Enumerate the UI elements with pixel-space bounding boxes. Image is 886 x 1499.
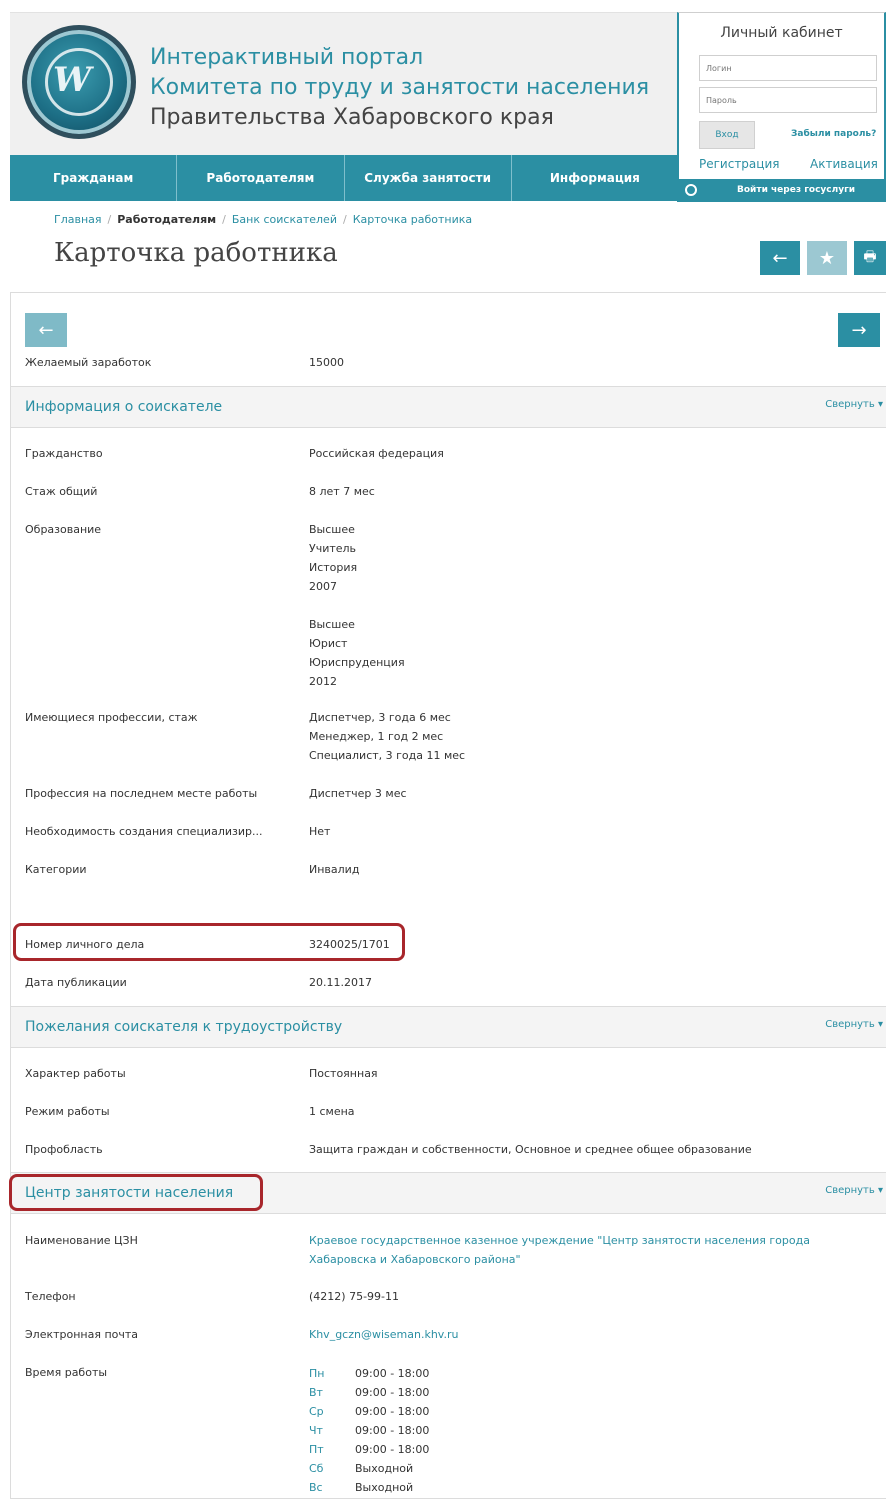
section-applicant-info-title: Информация о соискателе [25, 399, 223, 415]
worker-card: ← → Желаемый заработок 15000 Информация … [9, 292, 886, 1499]
login-button[interactable]: Вход [699, 121, 755, 149]
phone-label: Телефон [25, 1290, 76, 1303]
last-profession-label: Профессия на последнем месте работы [25, 787, 258, 800]
hours-row: Пт 09:00 - 18:00 [309, 1443, 430, 1456]
categories-value: Инвалид [309, 863, 360, 876]
professions-value: Диспетчер, 3 года 6 мес Менеджер, 1 год … [309, 711, 466, 762]
arrow-left-icon: ← [772, 247, 788, 269]
categories-label: Категории [25, 863, 87, 876]
gosuslugi-login-button[interactable]: Войти через госуслуги [679, 179, 884, 201]
total-experience-label: Стаж общий [25, 485, 98, 498]
prof-area-value: Защита граждан и собственности, Основное… [309, 1143, 752, 1156]
favorite-button[interactable]: ★ [807, 241, 847, 275]
login-input[interactable] [699, 55, 877, 81]
czn-name-label: Наименование ЦЗН [25, 1234, 138, 1247]
hours-row: Сб Выходной [309, 1462, 414, 1475]
chevron-down-icon: ▾ [877, 1019, 883, 1030]
portal-logo-icon[interactable]: W [22, 25, 136, 139]
section-employment-wishes-title: Пожелания соискателя к трудоустройству [25, 1019, 343, 1035]
salary-label: Желаемый заработок [25, 356, 152, 369]
section-applicant-info: Информация о соискателе Свернуть ▾ [11, 386, 886, 428]
password-input[interactable] [699, 87, 877, 113]
prof-area-label: Профобласть [25, 1143, 103, 1156]
print-button[interactable]: 🖶 [854, 241, 886, 275]
publication-date-value: 20.11.2017 [309, 976, 372, 989]
work-character-value: Постоянная [309, 1067, 378, 1080]
total-experience-value: 8 лет 7 мес [309, 485, 375, 498]
breadcrumb-worker-card[interactable]: Карточка работника [353, 213, 472, 226]
breadcrumb: Главная / Работодателям / Банк соискателей / К… [54, 213, 473, 226]
highlight-employment-center [9, 1174, 263, 1211]
czn-name-link[interactable]: Краевое государственное казенное учрежде… [309, 1231, 810, 1269]
professions-label: Имеющиеся профессии, стаж [25, 711, 198, 724]
hours-row: Вс Выходной [309, 1481, 414, 1494]
back-button[interactable]: ← [760, 241, 800, 275]
page-title: Карточка работника [54, 238, 338, 268]
collapse-employment-center-button[interactable]: Свернуть ▾ [825, 1185, 883, 1196]
work-mode-value: 1 смена [309, 1105, 355, 1118]
highlight-personal-file-number [13, 923, 405, 961]
site-header: W Интерактивный портал Комитета по труду… [10, 12, 678, 155]
special-workplace-label: Необходимость создания специализир... [25, 825, 263, 838]
portal-title[interactable]: Интерактивный портал Комитета по труду и… [150, 43, 649, 133]
portal-title-line1: Интерактивный портал [150, 45, 424, 70]
register-link[interactable]: Регистрация [699, 157, 779, 171]
star-icon: ★ [818, 247, 836, 269]
phone-value: (4212) 75-99-11 [309, 1290, 400, 1303]
hours-row: Пн 09:00 - 18:00 [309, 1367, 430, 1380]
special-workplace-value: Нет [309, 825, 331, 838]
activation-link[interactable]: Активация [810, 157, 878, 171]
citizenship-label: Гражданство [25, 447, 103, 460]
education-label: Образование [25, 523, 102, 536]
main-nav: Гражданам Работодателям Служба занятости… [10, 155, 678, 201]
last-profession-value: Диспетчер 3 мес [309, 787, 407, 800]
chevron-down-icon: ▾ [877, 399, 883, 410]
salary-value: 15000 [309, 356, 344, 369]
nav-employment-service[interactable]: Служба занятости [345, 155, 512, 201]
education-value: Высшее Учитель История 2007 Высшее Юрист… [309, 523, 405, 688]
gosuslugi-ring-icon [685, 184, 697, 196]
breadcrumb-home[interactable]: Главная [54, 213, 102, 226]
portal-title-line2: Комитета по труду и занятости населения [150, 75, 650, 100]
email-link[interactable]: Khv_gczn@wiseman.khv.ru [309, 1325, 458, 1344]
publication-date-label: Дата публикации [25, 976, 127, 989]
citizenship-value: Российская федерация [309, 447, 444, 460]
breadcrumb-employers[interactable]: Работодателям [117, 213, 216, 226]
nav-information[interactable]: Информация [512, 155, 678, 201]
hours-row: Вт 09:00 - 18:00 [309, 1386, 430, 1399]
arrow-right-icon: → [851, 319, 867, 341]
work-hours-label: Время работы [25, 1366, 108, 1379]
hours-row: Чт 09:00 - 18:00 [309, 1424, 430, 1437]
work-mode-label: Режим работы [25, 1105, 110, 1118]
hours-row: Ср 09:00 - 18:00 [309, 1405, 430, 1418]
work-hours-list: Пн 09:00 - 18:00 Вт 09:00 - 18:00 Ср 09:00 … [309, 1364, 429, 1497]
forgot-password-link[interactable]: Забыли пароль? [791, 129, 876, 139]
work-character-label: Характер работы [25, 1067, 126, 1080]
printer-icon: 🖶 [863, 249, 877, 265]
chevron-down-icon: ▾ [877, 1185, 883, 1196]
breadcrumb-applicant-bank[interactable]: Банк соискателей [232, 213, 337, 226]
section-employment-wishes: Пожелания соискателя к трудоустройству С… [11, 1006, 886, 1048]
prev-card-button[interactable]: ← [25, 313, 67, 347]
collapse-applicant-info-button[interactable]: Свернуть ▾ [825, 399, 883, 410]
arrow-left-icon: ← [38, 319, 54, 341]
nav-employers[interactable]: Работодателям [177, 155, 345, 201]
collapse-employment-wishes-button[interactable]: Свернуть ▾ [825, 1019, 883, 1030]
portal-title-line3: Правительства Хабаровского края [150, 105, 554, 130]
personal-cabinet-panel: Личный кабинет Вход Забыли пароль? Регис… [677, 12, 886, 202]
gosuslugi-label: Войти через госуслуги [737, 185, 856, 195]
cabinet-title: Личный кабинет [720, 25, 843, 41]
email-label: Электронная почта [25, 1328, 139, 1341]
next-card-button[interactable]: → [838, 313, 880, 347]
nav-citizens[interactable]: Гражданам [10, 155, 178, 201]
